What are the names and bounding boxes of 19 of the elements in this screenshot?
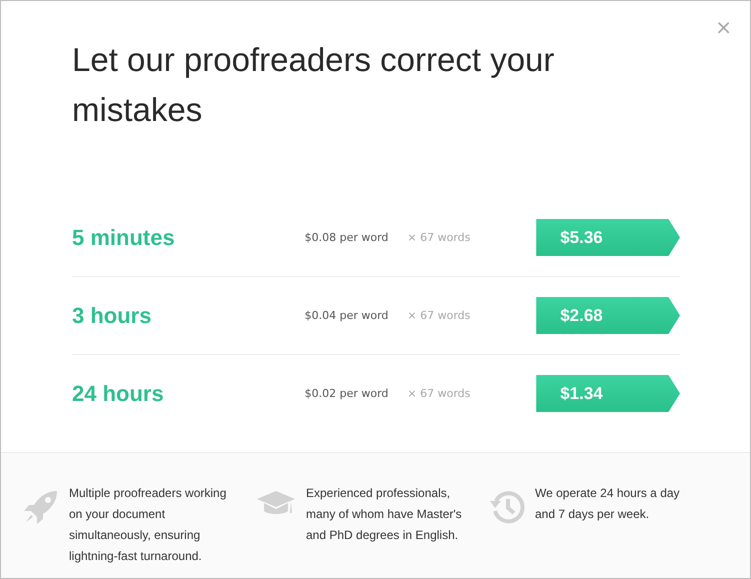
close-button[interactable]: × — [715, 15, 732, 39]
rate-label: $0.04 per word — [304, 309, 390, 322]
word-count: × 67 words — [407, 231, 472, 244]
feature-text: Experienced professionals, many of whom have Master's and PhD degrees in English. — [306, 485, 463, 544]
rate-label: $0.08 per word — [304, 231, 390, 244]
price-button[interactable]: $1.34 — [536, 375, 680, 412]
feature-text: Multiple proofreaders working on your document simultaneously, ensuring lightning-fast turnaround. — [69, 485, 228, 565]
feature-text: We operate 24 hours a day and 7 days per week. — [535, 485, 681, 523]
price-button[interactable]: $5.36 — [536, 219, 680, 256]
word-count: × 67 words — [407, 309, 472, 322]
rate-label: $0.02 per word — [304, 387, 390, 400]
turnaround-label: 5 minutes — [72, 224, 176, 250]
turnaround-label: 24 hours — [72, 380, 165, 406]
rocket-icon — [23, 489, 59, 525]
dialog-title: Let our proofreaders correct your mistakes — [72, 40, 556, 130]
price-button[interactable]: $2.68 — [536, 297, 680, 334]
history-icon — [489, 489, 525, 525]
word-count: × 67 words — [407, 387, 472, 400]
turnaround-label: 3 hours — [72, 302, 152, 328]
